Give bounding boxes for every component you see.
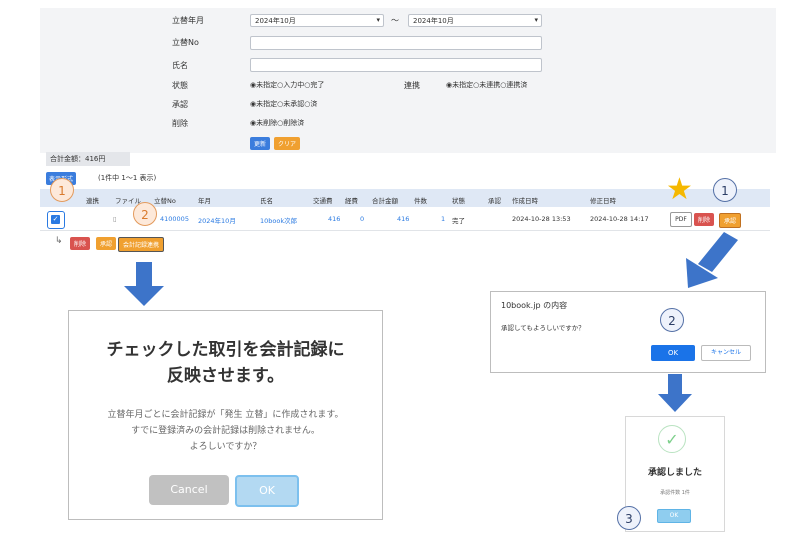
dialog-body-line3: よろしいですか？	[189, 442, 262, 452]
done-title: 承認しました	[647, 468, 702, 478]
success-check-icon: ✓	[658, 425, 686, 453]
approve-confirm-dialog: 10book.jp の内容 承認してもよろしいですか？ OK キャンセル	[490, 291, 766, 373]
dialog-body-line2: すでに登録済みの会計記録は削除されません。	[131, 426, 320, 436]
dialog-title-line2: 反映させます。	[166, 366, 285, 386]
ok-button[interactable]: OK	[235, 475, 299, 507]
confirm-dialog-message: 承認してもよろしいですか？	[501, 324, 585, 332]
arrow-left-head	[124, 286, 164, 306]
dialog-body-line1: 立替年月ごとに会計記録が「発生 立替」に作成されます。	[107, 410, 344, 420]
dialog-title-line1: チェックした取引を会計記録に	[106, 340, 345, 360]
confirm-dialog-title: 10book.jp の内容	[501, 301, 568, 310]
step-marker-3-right: 3	[617, 506, 641, 530]
confirm-ok-button[interactable]: OK	[651, 345, 695, 361]
confirm-cancel-button[interactable]: キャンセル	[701, 345, 751, 361]
arrow-diag-stem	[698, 232, 738, 272]
cancel-button[interactable]: Cancel	[149, 475, 229, 505]
reflect-confirm-dialog: チェックした取引を会計記録に 反映させます。 立替年月ごとに会計記録が「発生 立…	[68, 310, 383, 520]
done-ok-button[interactable]: OK	[657, 509, 691, 523]
arrow-right-head	[658, 394, 692, 412]
step-marker-2-right: 2	[660, 308, 684, 332]
arrow-left-stem	[136, 262, 152, 288]
done-sub: 承認件数 1件	[660, 490, 690, 496]
arrow-right-stem	[668, 374, 682, 396]
